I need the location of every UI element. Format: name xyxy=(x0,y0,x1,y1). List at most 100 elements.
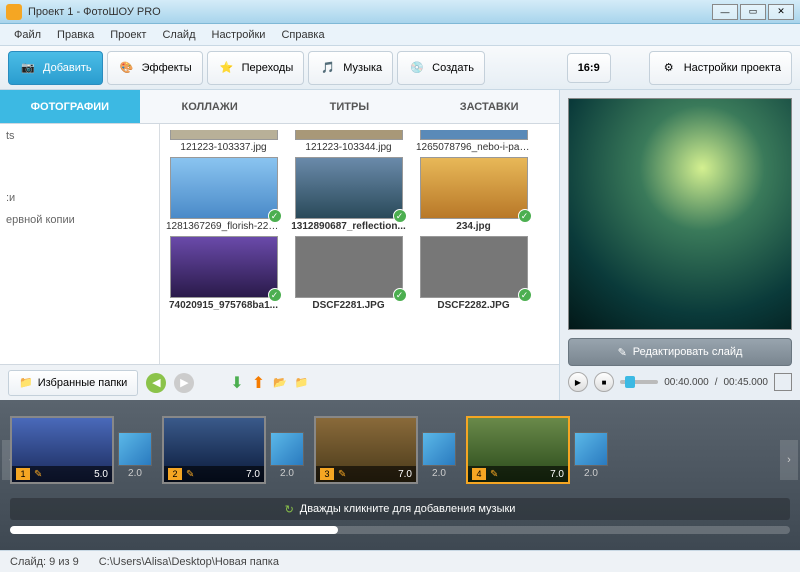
preview[interactable] xyxy=(568,98,792,330)
statusbar: Слайд: 9 из 9 C:\Users\Alisa\Desktop\Нов… xyxy=(0,550,800,572)
refresh-icon: ↻ xyxy=(285,503,294,516)
folder-tree[interactable]: ts :и ервной копии xyxy=(0,124,160,364)
transition[interactable]: 2.0 xyxy=(420,432,458,484)
create-button[interactable]: 💿 Создать xyxy=(397,51,485,85)
subtab-collages[interactable]: КОЛЛАЖИ xyxy=(140,90,280,123)
stop-button[interactable]: ■ xyxy=(594,372,614,392)
fullscreen-button[interactable] xyxy=(774,373,792,391)
window-title: Проект 1 - ФотоШОУ PRO xyxy=(28,6,710,18)
effects-button[interactable]: 🎨 Эффекты xyxy=(107,51,203,85)
pencil-icon[interactable]: ✎ xyxy=(338,469,346,480)
transition[interactable]: 2.0 xyxy=(572,432,610,484)
slide-duration: 7.0 xyxy=(246,469,260,480)
time-sep: / xyxy=(715,377,718,388)
titlebar: Проект 1 - ФотоШОУ PRO — ▭ ✕ xyxy=(0,0,800,24)
scrollbar-thumb[interactable] xyxy=(10,526,338,534)
status-slide: Слайд: 9 из 9 xyxy=(10,556,79,568)
project-settings-label: Настройки проекта xyxy=(684,62,781,74)
music-hint: Дважды кликните для добавления музыки xyxy=(300,503,516,515)
close-button[interactable]: ✕ xyxy=(768,4,794,20)
slider-handle[interactable] xyxy=(625,376,635,388)
pencil-icon: ✎ xyxy=(618,346,627,359)
add-icon: 📷 xyxy=(19,59,37,77)
transition-duration: 2.0 xyxy=(432,468,446,479)
timeline-next[interactable]: › xyxy=(780,440,798,480)
slide-duration: 5.0 xyxy=(94,469,108,480)
slide-item[interactable]: 3✎7.0 2.0 xyxy=(314,416,458,484)
aspect-ratio[interactable]: 16:9 xyxy=(567,53,611,83)
check-icon: ✓ xyxy=(268,209,282,223)
transition[interactable]: 2.0 xyxy=(268,432,306,484)
menu-file[interactable]: Файл xyxy=(6,27,49,43)
slide-item[interactable]: 1 ✎ 5.0 2.0 xyxy=(10,416,154,484)
thumb-item[interactable]: 1265078796_nebo-i-palma... xyxy=(416,130,531,153)
pencil-icon[interactable]: ✎ xyxy=(490,469,498,480)
browser-bar: 📁 Избранные папки ◀ ▶ ⬇ ⬆ 📂 📁 xyxy=(0,364,559,400)
favorites-button[interactable]: 📁 Избранные папки xyxy=(8,370,138,396)
thumb-item[interactable]: ✓1281367269_florish-22.jpg xyxy=(166,157,281,232)
thumb-item[interactable]: ✓DSCF2282.JPG xyxy=(416,236,531,311)
folder-icon: 📁 xyxy=(19,376,33,389)
minimize-button[interactable]: — xyxy=(712,4,738,20)
menubar: Файл Правка Проект Слайд Настройки Справ… xyxy=(0,24,800,46)
thumb-item[interactable]: ✓234.jpg xyxy=(416,157,531,232)
status-path: C:\Users\Alisa\Desktop\Новая папка xyxy=(99,556,279,568)
check-icon: ✓ xyxy=(518,209,532,223)
down-arrow-icon[interactable]: ⬇ xyxy=(230,373,243,393)
seek-slider[interactable] xyxy=(620,380,658,384)
thumbnails: 121223-103337.jpg 121223-103344.jpg 1265… xyxy=(160,124,559,364)
edit-slide-button[interactable]: ✎ Редактировать слайд xyxy=(568,338,792,366)
edit-slide-label: Редактировать слайд xyxy=(633,346,743,358)
transitions-label: Переходы xyxy=(242,62,294,74)
slide-item[interactable]: 2 ✎ 7.0 2.0 xyxy=(162,416,306,484)
tree-text: :и xyxy=(6,192,153,204)
toolbar: 📷 Добавить 🎨 Эффекты ⭐ Переходы 🎵 Музыка… xyxy=(0,46,800,90)
slide-number: 2 xyxy=(168,468,182,480)
slides-track[interactable]: 1✎5.0 2.0 2✎7.0 2.0 3✎7.0 2.0 4✎7.0 2.0 xyxy=(10,410,790,490)
slide-number: 1 xyxy=(16,468,30,480)
slide-duration: 7.0 xyxy=(550,469,564,480)
thumb-item[interactable]: 121223-103337.jpg xyxy=(166,130,281,153)
thumb-item[interactable]: ✓74020915_975768ba1... xyxy=(166,236,281,311)
tree-text: ts xyxy=(6,130,153,142)
up-arrow-icon[interactable]: ⬆ xyxy=(252,373,265,393)
thumb-item[interactable]: ✓DSCF2281.JPG xyxy=(291,236,406,311)
music-button[interactable]: 🎵 Музыка xyxy=(308,51,393,85)
menu-settings[interactable]: Настройки xyxy=(204,27,274,43)
menu-project[interactable]: Проект xyxy=(102,27,154,43)
transition-thumb xyxy=(574,432,608,466)
app-icon xyxy=(6,4,22,20)
star-icon: ⭐ xyxy=(218,59,236,77)
menu-help[interactable]: Справка xyxy=(273,27,332,43)
slide-item[interactable]: 4✎7.0 2.0 xyxy=(466,416,610,484)
folder-icon[interactable]: 📁 xyxy=(295,376,309,389)
pencil-icon[interactable]: ✎ xyxy=(186,469,194,480)
forward-button[interactable]: ▶ xyxy=(174,373,194,393)
workspace: ФОТОГРАФИИ КОЛЛАЖИ ТИТРЫ ЗАСТАВКИ ts :и … xyxy=(0,90,800,400)
timeline-scrollbar[interactable] xyxy=(10,526,790,534)
add-label: Добавить xyxy=(43,62,92,74)
palette-icon: 🎨 xyxy=(118,59,136,77)
preview-pane: ✎ Редактировать слайд ▶ ■ 00:40.000 / 00… xyxy=(560,90,800,400)
subtab-titles[interactable]: ТИТРЫ xyxy=(280,90,420,123)
project-settings-button[interactable]: ⚙ Настройки проекта xyxy=(649,51,792,85)
subtab-screensavers[interactable]: ЗАСТАВКИ xyxy=(419,90,559,123)
transitions-button[interactable]: ⭐ Переходы xyxy=(207,51,305,85)
thumb-item[interactable]: ✓1312890687_reflection... xyxy=(291,157,406,232)
timeline: ‹ › 1✎5.0 2.0 2✎7.0 2.0 3✎7.0 2.0 4✎7.0 … xyxy=(0,400,800,550)
transition[interactable]: 2.0 xyxy=(116,432,154,484)
menu-slide[interactable]: Слайд xyxy=(154,27,203,43)
transition-duration: 2.0 xyxy=(280,468,294,479)
thumb-item[interactable]: 121223-103344.jpg xyxy=(291,130,406,153)
create-label: Создать xyxy=(432,62,474,74)
add-button[interactable]: 📷 Добавить xyxy=(8,51,103,85)
subtab-photos[interactable]: ФОТОГРАФИИ xyxy=(0,90,140,123)
menu-edit[interactable]: Правка xyxy=(49,27,102,43)
pencil-icon[interactable]: ✎ xyxy=(34,469,42,480)
back-button[interactable]: ◀ xyxy=(146,373,166,393)
music-track[interactable]: ↻ Дважды кликните для добавления музыки xyxy=(10,498,790,520)
play-button[interactable]: ▶ xyxy=(568,372,588,392)
folder-open-icon[interactable]: 📂 xyxy=(273,376,287,389)
music-icon: 🎵 xyxy=(319,59,337,77)
maximize-button[interactable]: ▭ xyxy=(740,4,766,20)
